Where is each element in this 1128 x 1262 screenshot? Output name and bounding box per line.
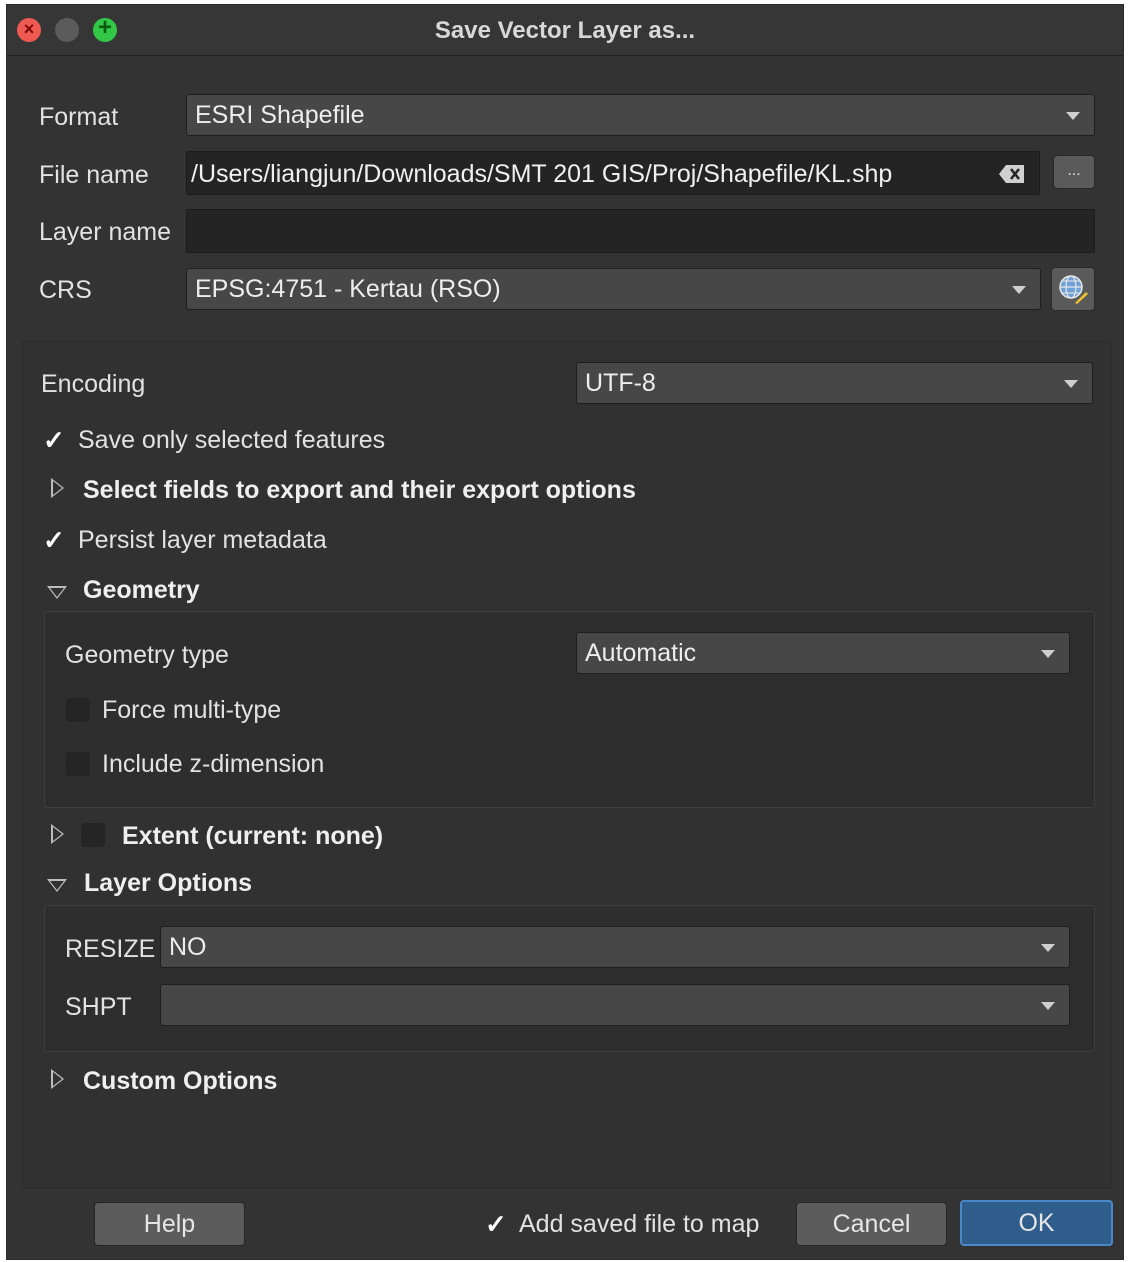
chevron-down-icon xyxy=(1041,944,1055,952)
extent-checkbox[interactable] xyxy=(81,823,105,847)
chevron-down-icon xyxy=(1041,650,1055,658)
cancel-button[interactable]: Cancel xyxy=(796,1202,947,1246)
collapse-down-icon[interactable] xyxy=(47,879,67,892)
crs-selector-button[interactable] xyxy=(1051,267,1095,311)
chevron-down-icon xyxy=(1066,112,1080,120)
title-bar: × + Save Vector Layer as... xyxy=(7,5,1123,56)
save-vector-layer-dialog: × + Save Vector Layer as... Format ESRI … xyxy=(6,4,1124,1260)
geometry-group: Geometry type Automatic Force multi-type… xyxy=(44,611,1095,808)
expand-right-icon[interactable] xyxy=(51,1069,64,1089)
expand-right-icon[interactable] xyxy=(51,478,64,498)
format-select[interactable]: ESRI Shapefile xyxy=(186,94,1095,136)
clear-field-icon[interactable] xyxy=(999,165,1025,183)
encoding-label: Encoding xyxy=(41,370,146,398)
layername-label: Layer name xyxy=(39,218,172,246)
filename-label: File name xyxy=(39,161,149,189)
geometry-section[interactable]: Geometry xyxy=(83,576,200,605)
force-multi-label: Force multi-type xyxy=(102,696,282,724)
shpt-select[interactable] xyxy=(160,984,1070,1026)
geometry-type-select[interactable]: Automatic xyxy=(576,632,1070,674)
chevron-down-icon xyxy=(1041,1002,1055,1010)
resize-label: RESIZE xyxy=(65,935,156,963)
format-value: ESRI Shapefile xyxy=(195,101,365,129)
encoding-value: UTF-8 xyxy=(585,369,656,397)
crs-label: CRS xyxy=(39,276,92,304)
chevron-down-icon xyxy=(1064,380,1078,388)
resize-value: NO xyxy=(169,933,207,961)
persist-metadata-checkbox[interactable] xyxy=(41,525,65,556)
extent-section[interactable]: Extent (current: none) xyxy=(122,822,383,851)
crs-value: EPSG:4751 - Kertau (RSO) xyxy=(195,275,501,303)
ok-button[interactable]: OK xyxy=(960,1200,1113,1246)
custom-options-section[interactable]: Custom Options xyxy=(83,1067,277,1096)
shpt-label: SHPT xyxy=(65,993,132,1021)
format-label: Format xyxy=(39,103,119,131)
browse-button[interactable]: ... xyxy=(1053,155,1095,189)
save-selected-label: Save only selected features xyxy=(78,426,386,454)
save-selected-checkbox[interactable] xyxy=(41,425,65,456)
layername-input[interactable] xyxy=(186,209,1095,253)
window-title: Save Vector Layer as... xyxy=(434,17,696,44)
geometry-type-value: Automatic xyxy=(585,639,697,667)
options-panel[interactable]: Encoding UTF-8 Save only selected featur… xyxy=(22,341,1112,1189)
encoding-select[interactable]: UTF-8 xyxy=(576,362,1093,404)
filename-value: /Users/liangjun/Downloads/SMT 201 GIS/Pr… xyxy=(191,160,893,188)
include-z-label: Include z-dimension xyxy=(102,750,325,778)
crs-select[interactable]: EPSG:4751 - Kertau (RSO) xyxy=(186,268,1041,310)
add-to-map-checkbox[interactable] xyxy=(483,1209,507,1240)
expand-right-icon[interactable] xyxy=(51,824,64,844)
select-fields-section[interactable]: Select fields to export and their export… xyxy=(83,476,636,505)
collapse-down-icon[interactable] xyxy=(47,586,67,599)
globe-icon xyxy=(1059,275,1088,304)
include-z-checkbox[interactable] xyxy=(66,752,90,776)
filename-input[interactable]: /Users/liangjun/Downloads/SMT 201 GIS/Pr… xyxy=(186,151,1040,195)
chevron-down-icon xyxy=(1012,286,1026,294)
resize-select[interactable]: NO xyxy=(160,926,1070,968)
layer-options-group: RESIZE NO SHPT xyxy=(44,905,1095,1052)
force-multi-checkbox[interactable] xyxy=(66,698,90,722)
layer-options-section[interactable]: Layer Options xyxy=(84,869,252,898)
geometry-type-label: Geometry type xyxy=(65,641,229,669)
help-button[interactable]: Help xyxy=(94,1202,245,1246)
persist-metadata-label: Persist layer metadata xyxy=(78,526,327,554)
add-to-map-label: Add saved file to map xyxy=(519,1210,760,1238)
